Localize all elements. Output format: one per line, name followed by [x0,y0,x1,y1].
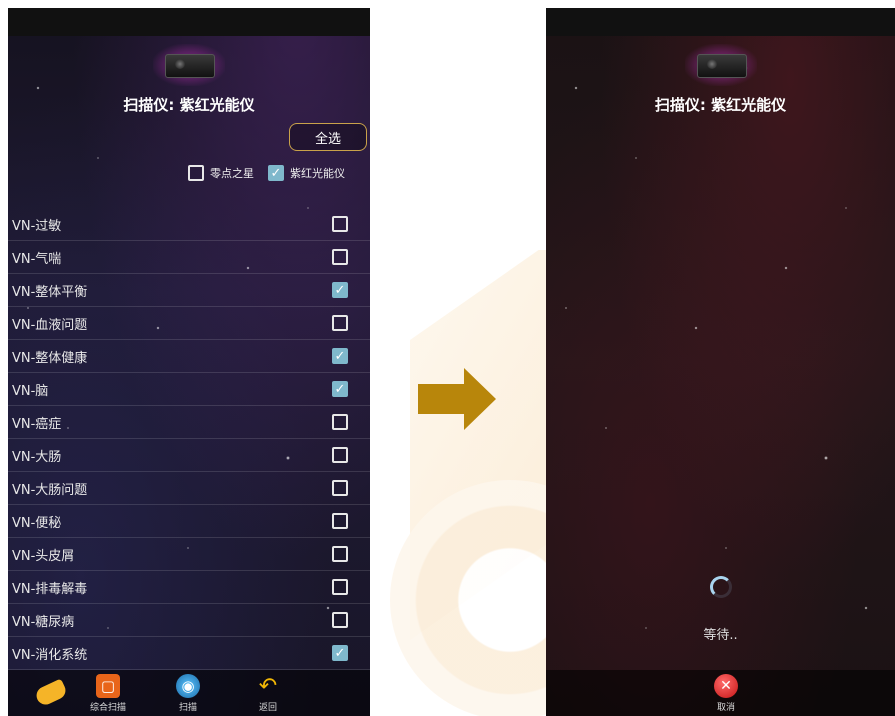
cancel-x-icon: ✕ [714,674,738,698]
list-item[interactable]: VN-大肠 [8,439,370,472]
list-item[interactable]: VN-气喘 [8,241,370,274]
background-watermark [370,250,546,716]
list-item-checkbox[interactable]: ✓ [332,645,348,661]
list-item-checkbox[interactable]: ✓ [332,381,348,397]
scan-item-list: VN-过敏 VN-气喘 VN-整体平衡 ✓ VN-血液问题 VN-整体健康 ✓ VN… [8,208,370,670]
list-item-checkbox[interactable] [332,414,348,430]
list-item-label: VN-头皮屑 [12,548,75,564]
list-item[interactable]: VN-大肠问题 [8,472,370,505]
list-item-checkbox[interactable] [332,315,348,331]
page-title: 扫描仪: 紫红光能仪 [123,96,255,114]
list-item-checkbox[interactable] [332,480,348,496]
list-item[interactable]: VN-便秘 [8,505,370,538]
list-item-label: VN-血液问题 [12,317,88,333]
list-item[interactable]: VN-过敏 [8,208,370,241]
list-item-checkbox[interactable] [332,612,348,628]
nav-back-button[interactable]: ↶ 返回 [238,673,298,714]
page-title: 扫描仪: 紫红光能仪 [654,96,787,114]
filter-zero-star-checkbox[interactable] [188,165,204,181]
cancel-label: 取消 [716,703,735,713]
scan-all-icon: ▢ [96,674,120,698]
list-item-checkbox[interactable] [332,579,348,595]
status-bar [8,8,370,36]
list-item-label: VN-脑 [12,383,49,399]
filter-purple-red-label: 紫红光能仪 [290,167,345,180]
scanner-device-icon [684,44,757,86]
left-phone-screen: 扫描仪: 紫红光能仪 全选 零点之星 ✓ 紫红光能仪 VN-过敏 VN-气喘 V… [8,8,370,716]
top-strip [0,0,895,8]
scanner-device-icon [153,44,225,86]
back-arrow-icon: ↶ [258,673,278,699]
list-item[interactable]: VN-糖尿病 [8,604,370,637]
list-item-label: VN-消化系统 [12,647,88,663]
list-item-label: VN-便秘 [12,515,62,531]
list-item-label: VN-整体平衡 [12,284,88,300]
filter-purple-red-checkbox[interactable]: ✓ [268,165,284,181]
list-item-label: VN-排毒解毒 [12,581,88,597]
list-item[interactable]: VN-整体健康 ✓ [8,340,370,373]
list-item-label: VN-气喘 [12,251,62,267]
globe-scan-icon: ◉ [176,674,200,698]
nav-scan-label: 扫描 [178,703,197,713]
right-phone-screen: 扫描仪: 紫红光能仪 等待.. ✕ 取消 [546,8,895,716]
list-item[interactable]: VN-排毒解毒 [8,571,370,604]
device-filter-group: 零点之星 ✓ 紫红光能仪 [188,165,345,181]
pointing-hand-icon [33,678,69,708]
nav-back-label: 返回 [258,703,277,713]
select-all-button[interactable]: 全选 [289,123,367,151]
loading-spinner-icon [710,576,732,598]
list-item-checkbox[interactable] [332,216,348,232]
filter-zero-star-label: 零点之星 [210,167,254,180]
list-item-label: VN-过敏 [12,218,62,234]
waiting-text: 等待.. [703,628,738,643]
list-item-checkbox[interactable] [332,249,348,265]
list-item-checkbox[interactable] [332,513,348,529]
list-item[interactable]: VN-癌症 [8,406,370,439]
nav-scan-button[interactable]: ◉ 扫描 [158,674,218,713]
list-item[interactable]: VN-整体平衡 ✓ [8,274,370,307]
list-item-checkbox[interactable] [332,546,348,562]
list-item[interactable]: VN-脑 ✓ [8,373,370,406]
list-item-checkbox[interactable]: ✓ [332,348,348,364]
cancel-button[interactable]: ✕ 取消 [696,674,756,713]
list-item-label: VN-癌症 [12,416,62,432]
list-item[interactable]: VN-血液问题 [8,307,370,340]
list-item-label: VN-糖尿病 [12,614,75,630]
nav-scan-all-button[interactable]: ▢ 综合扫描 [78,674,138,713]
bottom-nav-bar: ✕ 取消 [546,670,895,716]
list-item[interactable]: VN-消化系统 ✓ [8,637,370,670]
bottom-nav-bar: ▢ 综合扫描 ◉ 扫描 ↶ 返回 [8,670,370,716]
status-bar [546,8,895,36]
nav-scan-all-label: 综合扫描 [89,703,126,713]
list-item-label: VN-整体健康 [12,350,88,366]
list-item-label: VN-大肠问题 [12,482,88,498]
list-item-label: VN-大肠 [12,449,62,465]
transition-arrow-icon [418,368,496,430]
list-item-checkbox[interactable] [332,447,348,463]
list-item-checkbox[interactable]: ✓ [332,282,348,298]
list-item[interactable]: VN-头皮屑 [8,538,370,571]
